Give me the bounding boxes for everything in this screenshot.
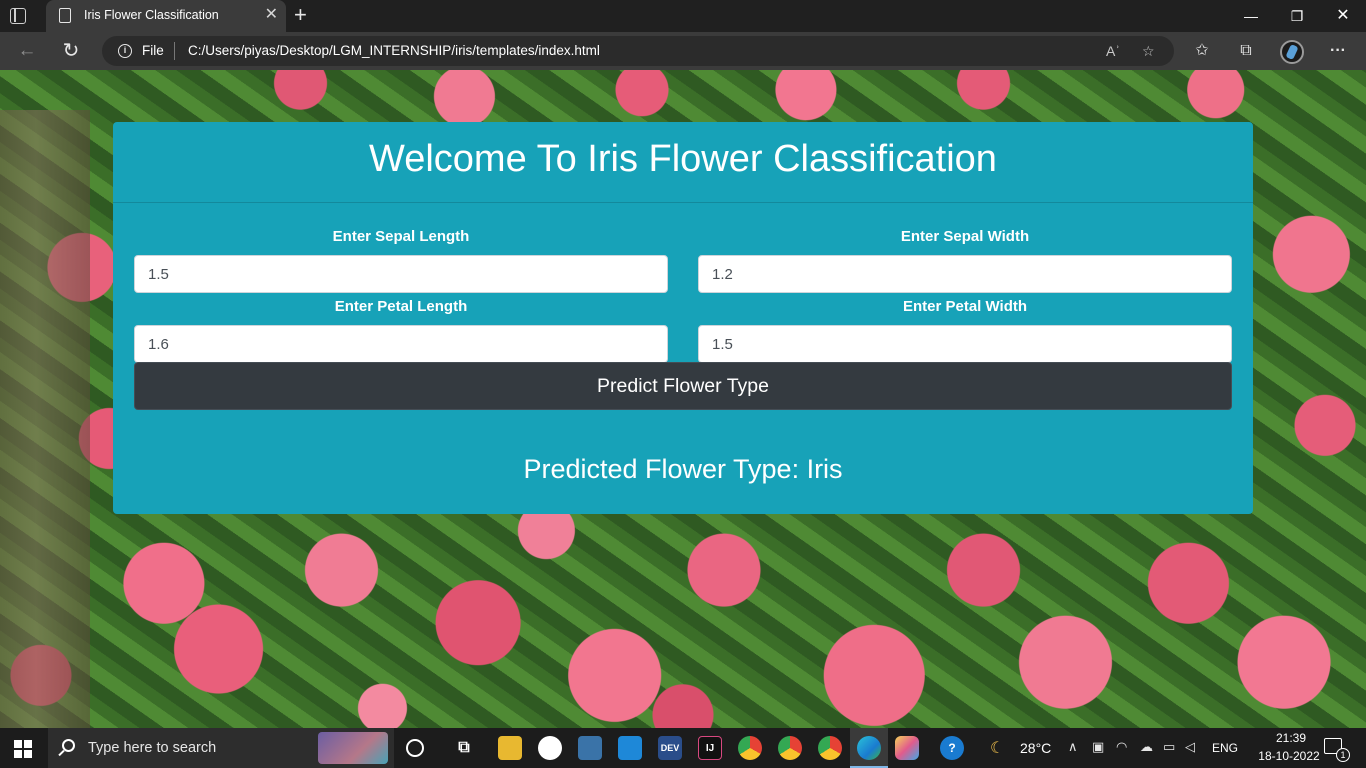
github-desktop-icon[interactable] (538, 736, 562, 760)
wifi-icon[interactable]: ◠ (1116, 739, 1127, 755)
scheme-label: File (142, 43, 164, 58)
clock-time[interactable]: 21:39 (1262, 731, 1320, 745)
address-bar[interactable]: i File C:/Users/piyas/Desktop/LGM_INTERN… (102, 36, 1174, 66)
close-window-button[interactable]: ✕ (1320, 0, 1366, 32)
more-options-icon[interactable]: ··· (1326, 40, 1350, 62)
add-favorite-icon[interactable]: ☆ (1142, 41, 1155, 61)
prediction-result: Predicted Flower Type: Iris (523, 454, 843, 484)
reload-icon[interactable]: ↻ (60, 40, 82, 62)
card-header: Welcome To Iris Flower Classification (113, 122, 1253, 203)
edge-icon[interactable] (857, 736, 881, 760)
sepal-width-label: Enter Sepal Width (900, 228, 1030, 245)
windows-taskbar: Type here to search ⧉ DEV IJ ? ☾ 28°C ∧ … (0, 728, 1366, 768)
weather-temperature[interactable]: 28°C (1020, 740, 1051, 756)
wooden-fence-decoration (0, 110, 90, 728)
weather-moon-icon[interactable]: ☾ (990, 738, 1004, 758)
site-info-icon[interactable]: i (118, 44, 132, 58)
chrome-profile-icon[interactable] (778, 736, 802, 760)
cortana-icon[interactable] (406, 739, 424, 757)
dev-cpp-icon[interactable]: DEV (658, 736, 682, 760)
chrome-profile-2-icon[interactable] (818, 736, 842, 760)
intellij-icon[interactable]: IJ (698, 736, 722, 760)
sepal-length-input[interactable] (134, 255, 668, 293)
petal-width-input[interactable] (698, 325, 1232, 363)
page-icon (59, 8, 71, 23)
page-background: Welcome To Iris Flower Classification En… (0, 70, 1366, 728)
petal-length-label: Enter Petal Length (334, 298, 468, 315)
petal-length-input[interactable] (134, 325, 668, 363)
paint-icon[interactable] (895, 736, 919, 760)
profile-avatar[interactable] (1280, 40, 1304, 64)
url-text[interactable]: C:/Users/piyas/Desktop/LGM_INTERNSHIP/ir… (188, 43, 600, 58)
tab-actions-icon[interactable] (10, 8, 26, 24)
file-explorer-icon[interactable] (498, 736, 522, 760)
search-placeholder: Type here to search (88, 740, 217, 756)
search-icon (62, 739, 75, 752)
battery-icon[interactable]: ▭ (1163, 739, 1175, 755)
predict-flower-type-button[interactable]: Predict Flower Type (134, 362, 1232, 410)
clock-date[interactable]: 18-10-2022 (1256, 749, 1322, 763)
restore-window-button[interactable]: ❐ (1274, 0, 1320, 32)
volume-icon[interactable]: ◁ (1185, 739, 1195, 755)
browser-tab-strip: Iris Flower Classification ✕ + — ❐ ✕ (0, 0, 1366, 32)
sepal-width-input[interactable] (698, 255, 1232, 293)
collections-icon[interactable]: ⧉ (1234, 40, 1258, 62)
read-aloud-icon[interactable]: Aʾ (1106, 41, 1120, 61)
search-highlight-image (318, 732, 388, 764)
tab-title: Iris Flower Classification (84, 8, 219, 22)
favorites-icon[interactable]: ✩ (1190, 40, 1214, 62)
vscode-icon[interactable] (618, 736, 642, 760)
task-view-icon[interactable]: ⧉ (452, 736, 476, 760)
browser-tab-active[interactable]: Iris Flower Classification ✕ (46, 0, 286, 32)
address-separator (174, 42, 175, 60)
browser-toolbar: ← ↻ i File C:/Users/piyas/Desktop/LGM_IN… (0, 32, 1366, 70)
get-help-icon[interactable]: ? (940, 736, 964, 760)
petal-width-label: Enter Petal Width (902, 298, 1028, 315)
new-tab-icon[interactable]: + (294, 3, 307, 27)
back-arrow-icon[interactable]: ← (16, 40, 38, 62)
python-icon[interactable] (578, 736, 602, 760)
minimize-window-button[interactable]: — (1228, 0, 1274, 32)
input-language[interactable]: ENG (1212, 741, 1238, 755)
sepal-length-label: Enter Sepal Length (332, 228, 470, 245)
taskbar-search-box[interactable]: Type here to search (48, 728, 394, 768)
chrome-icon[interactable] (738, 736, 762, 760)
page-title: Welcome To Iris Flower Classification (369, 138, 997, 180)
network-icon[interactable]: ☁ (1140, 739, 1153, 755)
windows-start-icon[interactable] (14, 740, 32, 758)
classification-card: Welcome To Iris Flower Classification En… (113, 122, 1253, 514)
meet-now-icon[interactable]: ▣ (1092, 739, 1104, 755)
show-hidden-icons-icon[interactable]: ∧ (1068, 739, 1078, 755)
close-tab-icon[interactable]: ✕ (265, 6, 278, 24)
notification-count-badge: 1 (1336, 748, 1350, 762)
